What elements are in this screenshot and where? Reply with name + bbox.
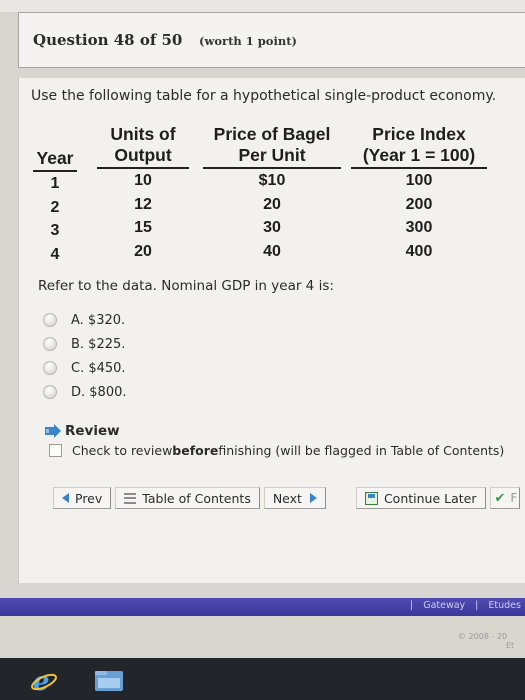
prev-arrow-icon: [62, 493, 69, 503]
footer-link-etudes[interactable]: Etudes: [488, 600, 521, 611]
review-text-bold: before: [172, 443, 219, 458]
option-b-label[interactable]: B. $225.: [71, 337, 125, 352]
cell-index-2: 200: [405, 195, 433, 213]
footer-links: | Gateway | Etudes: [410, 600, 521, 611]
option-b[interactable]: B. $225.: [43, 332, 127, 356]
review-title: Review: [65, 423, 120, 439]
cell-price-2: 20: [263, 195, 281, 213]
continue-later-button[interactable]: Continue Later: [355, 487, 486, 509]
question-header: Question 48 of 50 (worth 1 point): [18, 12, 525, 68]
col-price: Price of Bagel Per Unit $10 20 30 40: [203, 124, 341, 263]
cell-price-4: 40: [263, 242, 281, 260]
header-year: Year: [33, 148, 77, 172]
answer-options: A. $320. B. $225. C. $450. D. $800.: [43, 308, 127, 404]
question-text: Refer to the data. Nominal GDP in year 4…: [38, 278, 334, 294]
flag-icon: [45, 424, 61, 438]
header-index-line2: (Year 1 = 100): [351, 145, 487, 169]
cell-price-1: $10: [258, 172, 286, 189]
cell-index-3: 300: [405, 219, 433, 236]
finish-check-icon: ✔: [494, 490, 506, 506]
header-price-line1: Price of Bagel: [213, 124, 331, 144]
finish-button[interactable]: ✔ F: [489, 487, 520, 509]
review-checkbox[interactable]: [49, 444, 62, 457]
navigation-bar: Prev Table of Contents Next Continue Lat…: [53, 486, 524, 510]
continue-later-label: Continue Later: [383, 490, 477, 506]
col-units: Units of Output 10 12 15 20: [97, 124, 189, 263]
cell-year-4: 4: [50, 245, 60, 263]
review-heading: Review: [45, 423, 504, 439]
cell-year-1: 1: [50, 175, 60, 192]
option-a-label[interactable]: A. $320.: [71, 313, 125, 328]
cell-units-2: 12: [134, 195, 152, 213]
toc-label: Table of Contents: [142, 490, 251, 506]
cell-index-4: 400: [405, 242, 433, 260]
data-table: Year 1 2 3 4 Units of Output 10 12 15 20…: [19, 78, 525, 278]
option-d-radio[interactable]: [43, 385, 57, 399]
next-arrow-icon: [309, 493, 317, 503]
file-explorer-icon[interactable]: [94, 668, 124, 692]
review-text-before: Check to review: [72, 443, 173, 458]
table-of-contents-button[interactable]: Table of Contents: [115, 487, 260, 509]
cell-year-2: 2: [50, 198, 60, 216]
footer-link-gateway[interactable]: Gateway: [423, 600, 465, 611]
taskbar: [0, 658, 525, 700]
option-a-radio[interactable]: [43, 313, 57, 327]
question-number: Question 48 of 50: [33, 31, 183, 49]
finish-label: F: [510, 491, 518, 505]
panel-bottom-gap: [0, 583, 525, 598]
ie-icon[interactable]: e: [30, 668, 58, 694]
review-text-after: finishing (will be flagged in Table of C…: [218, 443, 505, 458]
option-b-radio[interactable]: [43, 337, 57, 351]
cell-price-3: 30: [263, 219, 281, 236]
copyright: © 2008 - 20 Et: [458, 632, 514, 650]
cell-index-1: 100: [405, 172, 433, 189]
copyright-line2: Et: [506, 641, 515, 650]
prev-label: Prev: [75, 490, 103, 506]
option-c-radio[interactable]: [43, 361, 57, 375]
header-units-line2: Output: [97, 145, 189, 169]
cell-units-1: 10: [134, 172, 152, 189]
cell-year-3: 3: [50, 222, 60, 239]
option-a[interactable]: A. $320.: [43, 308, 127, 332]
header-index-line1: Price Index: [372, 124, 466, 144]
review-section: Review Check to review before finishing …: [45, 423, 504, 458]
top-strip: [0, 0, 525, 12]
toc-icon: [124, 492, 137, 504]
option-d[interactable]: D. $800.: [43, 380, 127, 404]
next-button[interactable]: Next: [263, 487, 326, 509]
prev-button[interactable]: Prev: [53, 487, 112, 509]
continue-later-icon: [364, 491, 378, 505]
question-worth: (worth 1 point): [199, 34, 297, 48]
col-year: Year 1 2 3 4: [33, 148, 77, 266]
col-index: Price Index (Year 1 = 100) 100 200 300 4…: [351, 124, 487, 263]
header-units-line1: Units of: [110, 124, 176, 144]
next-label: Next: [272, 490, 302, 506]
question-panel: Use the following table for a hypothetic…: [18, 78, 525, 583]
header-price-line2: Per Unit: [203, 145, 341, 169]
option-d-label[interactable]: D. $800.: [71, 385, 127, 400]
option-c-label[interactable]: C. $450.: [71, 361, 126, 376]
cell-units-3: 15: [134, 219, 152, 236]
review-checkbox-row[interactable]: Check to review before finishing (will b…: [49, 443, 504, 458]
option-c[interactable]: C. $450.: [43, 356, 127, 380]
cell-units-4: 20: [134, 242, 152, 260]
copyright-line1: © 2008 - 20: [458, 632, 508, 641]
